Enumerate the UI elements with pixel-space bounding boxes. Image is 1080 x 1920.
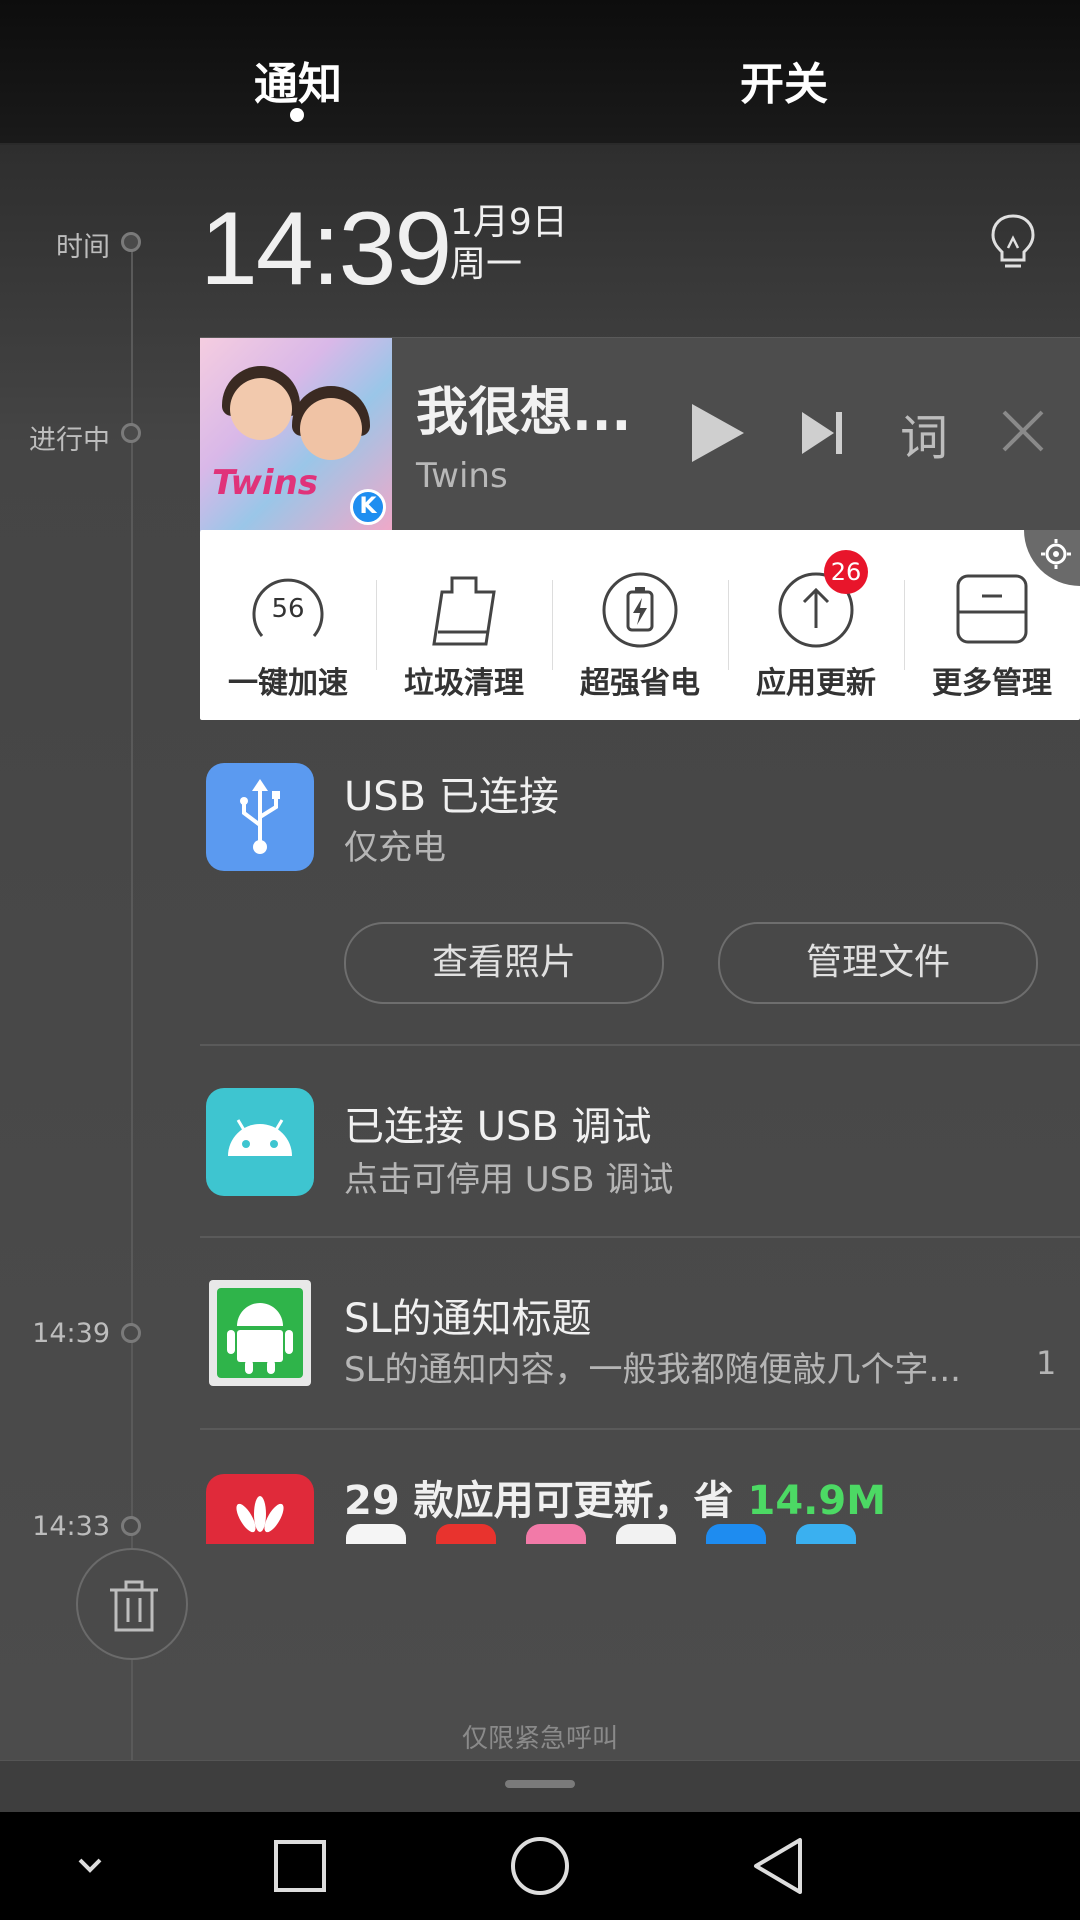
update-app-icons — [344, 1524, 904, 1544]
chevron-down-icon[interactable] — [58, 1834, 122, 1898]
usb-debug-title[interactable]: 已连接 USB 调试 — [344, 1094, 652, 1152]
trash-icon — [110, 1580, 158, 1632]
divider — [200, 1428, 1080, 1430]
app-icon-penguin — [346, 1524, 406, 1544]
usb-icon — [240, 779, 280, 854]
sl-app-icon — [209, 1280, 311, 1386]
junk-clean-label: 垃圾清理 — [404, 666, 524, 701]
toolbox-icon — [956, 574, 1028, 644]
app-icon-blue — [706, 1524, 766, 1544]
android-icon — [228, 1119, 292, 1156]
timeline-label-ongoing: 进行中 — [29, 425, 110, 456]
usb-notification-title[interactable]: USB 已连接 — [344, 764, 559, 822]
clear-all-button[interactable] — [76, 1548, 188, 1660]
timeline-dot — [121, 1323, 141, 1343]
clock-time: 14:39 — [200, 191, 452, 307]
active-tab-indicator — [290, 108, 304, 122]
weekday-text: 周一 — [450, 244, 523, 285]
next-track-icon[interactable] — [798, 398, 848, 468]
boost-button[interactable]: 56 一键加速 — [200, 530, 376, 720]
album-art: Twins K — [200, 338, 392, 531]
emergency-calls-only: 仅限紧急呼叫 — [461, 1724, 618, 1754]
usb-notification-subtitle: 仅充电 — [344, 828, 446, 868]
view-photos-button[interactable]: 查看照片 — [344, 922, 664, 1004]
recent-apps-icon[interactable] — [268, 1834, 332, 1898]
more-manage-button[interactable]: 更多管理 — [904, 530, 1080, 720]
timeline-label-time-1: 14:39 — [32, 1318, 110, 1349]
battery-bolt-icon — [602, 572, 678, 648]
boost-value: 56 — [271, 594, 305, 624]
date-text: 1月9日 — [450, 202, 568, 243]
app-update-label: 应用更新 — [756, 666, 876, 701]
update-notification-title[interactable]: 29 款应用可更新，省 14.9M — [344, 1468, 886, 1526]
lightbulb-icon[interactable] — [988, 212, 1038, 272]
update-notification-clip: 29 款应用可更新，省 14.9M — [0, 1440, 1080, 1544]
broom-icon — [432, 576, 496, 646]
clock-date: 1月9日 周一 — [450, 202, 568, 286]
app-icon-pink — [526, 1524, 586, 1544]
song-artist: Twins — [416, 456, 508, 496]
song-title: 我很想... — [416, 383, 632, 443]
power-save-label: 超强省电 — [580, 666, 700, 701]
sl-notification-content: SL的通知内容，一般我都随便敲几个字... — [344, 1350, 961, 1390]
home-icon[interactable] — [508, 1834, 572, 1898]
usb-debug-subtitle: 点击可停用 USB 调试 — [344, 1160, 674, 1200]
navigation-bar — [0, 1812, 1080, 1920]
update-size: 14.9M — [747, 1478, 887, 1524]
play-icon[interactable] — [688, 398, 748, 468]
app-icon-lightblue — [796, 1524, 856, 1544]
sl-notification-title[interactable]: SL的通知标题 — [344, 1286, 592, 1344]
close-icon[interactable] — [1000, 398, 1046, 468]
album-logo-text: Twins — [212, 463, 319, 503]
kugou-badge: K — [350, 489, 386, 525]
android-debug-app-icon — [206, 1088, 314, 1196]
lyrics-button[interactable]: 词 — [900, 398, 948, 468]
top-tab-bar: 通知 开关 — [0, 0, 1080, 145]
back-icon[interactable] — [748, 1834, 812, 1898]
phone-manager-card: 56 一键加速 垃圾清理 超强省电 26 应用更新 更多管理 — [200, 530, 1080, 720]
timeline-dot — [121, 232, 141, 252]
usb-app-icon — [206, 763, 314, 871]
manage-files-button[interactable]: 管理文件 — [718, 922, 1038, 1004]
timeline-label-time: 时间 — [56, 232, 110, 263]
boost-label: 一键加速 — [228, 666, 348, 701]
tab-notifications[interactable]: 通知 — [254, 48, 342, 112]
sl-notification-count: 1 — [1036, 1344, 1057, 1382]
app-icon-white — [616, 1524, 676, 1544]
divider — [200, 1044, 1080, 1046]
junk-clean-button[interactable]: 垃圾清理 — [376, 530, 552, 720]
tab-switches[interactable]: 开关 — [740, 48, 828, 112]
app-icon-red — [436, 1524, 496, 1544]
music-notification[interactable]: Twins K 我很想... Twins 词 — [200, 337, 1080, 531]
update-count-badge: 26 — [824, 550, 868, 594]
drag-handle[interactable] — [505, 1780, 575, 1788]
power-save-button[interactable]: 超强省电 — [552, 530, 728, 720]
huawei-appstore-icon — [206, 1474, 314, 1544]
update-title-text: 29 款应用可更新，省 — [344, 1478, 748, 1524]
app-update-button[interactable]: 26 应用更新 — [728, 530, 904, 720]
timeline-dot — [121, 423, 141, 443]
divider — [200, 1236, 1080, 1238]
more-manage-label: 更多管理 — [932, 666, 1052, 701]
android-robot-icon — [217, 1288, 303, 1378]
huawei-logo-icon — [236, 1496, 284, 1533]
